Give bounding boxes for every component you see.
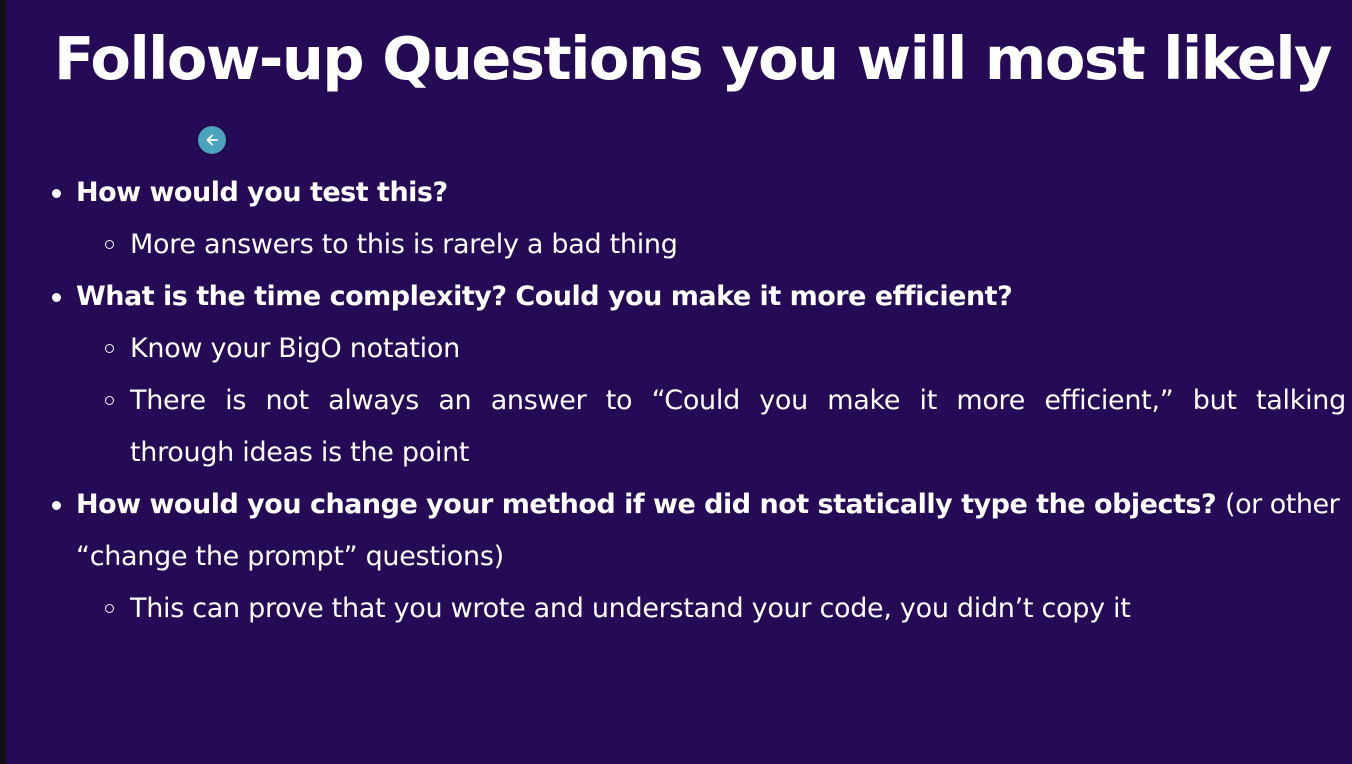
word: There [130,385,206,416]
word: but [1192,385,1237,416]
bullet-ring [105,604,114,613]
word: make [827,385,901,416]
list-item: More answers to this is rarely a bad thi… [6,219,1352,271]
bullet-ring [105,344,114,353]
list-item: How would you test this? [6,167,1352,219]
slide-title: Follow-up Questions you will most likely… [54,24,1352,93]
word: talking [1256,385,1346,416]
sub-bullet-text: More answers to this is rarely a bad thi… [130,229,678,260]
word: to [605,385,633,416]
bullet-text-suffix: “change the prompt” questions) [76,541,504,572]
bullet-text: What is the time complexity? Could you m… [76,281,1013,312]
bullet-text-bold: How would you change your method if we d… [76,489,1217,520]
word: an [438,385,472,416]
bullet-dot [52,293,61,302]
word: more [956,385,1026,416]
bullet-ring [105,240,114,249]
bullet-dot [52,189,61,198]
bullet-ring [105,396,114,405]
pointer-cursor [198,126,226,154]
word: efficient,” [1044,385,1174,416]
bullet-text-suffix: (or other [1225,489,1340,520]
list-item-continuation: through ideas is the point [6,427,1352,479]
list-item: How would you change your method if we d… [6,479,1352,531]
bullet-text: How would you change your method if we d… [76,479,1340,531]
word: “Could [651,385,741,416]
presentation-slide: Follow-up Questions you will most likely… [6,0,1352,764]
bullet-text: How would you test this? [76,177,448,208]
bullet-dot [52,501,61,510]
word: always [328,385,419,416]
word: is [225,385,247,416]
list-item: There is not always an answer to “Could you make i… [6,375,1352,427]
list-item-continuation: “change the prompt” questions) [6,531,1352,583]
word: not [265,385,309,416]
arrow-left-icon [206,134,218,146]
sub-bullet-text: through ideas is the point [130,437,470,468]
sub-bullet-text: This can prove that you wrote and unders… [130,593,1131,624]
list-item: Know your BigO notation [6,323,1352,375]
sub-bullet-text: There is not always an answer to “Could you make i… [130,375,1346,427]
word: you [759,385,808,416]
word: answer [490,385,587,416]
list-item: This can prove that you wrote and unders… [6,583,1352,635]
sub-bullet-text: Know your BigO notation [130,333,460,364]
list-item: What is the time complexity? Could you m… [6,271,1352,323]
bullet-list: How would you test this? More answers to… [6,167,1352,635]
word: it [919,385,938,416]
